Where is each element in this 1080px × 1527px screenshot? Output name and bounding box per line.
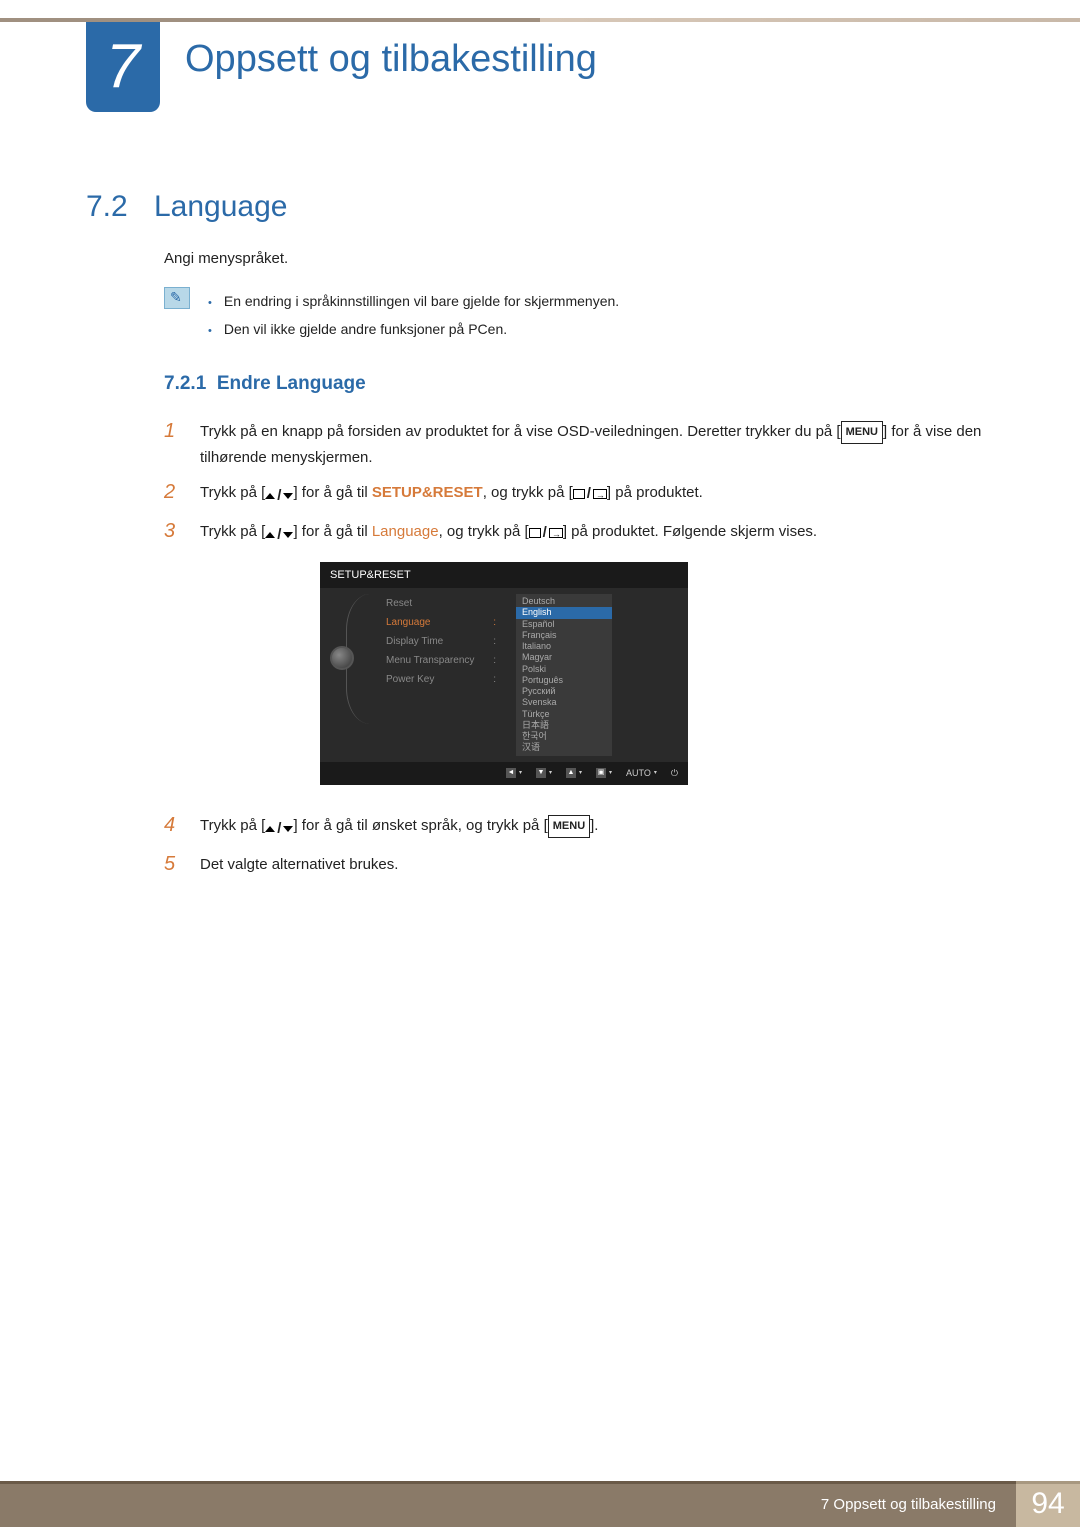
osd-lang-item: 汉语 (516, 742, 612, 753)
step-1: 1 Trykk på en knapp på forsiden av produ… (164, 419, 990, 470)
osd-lang-item: 한국어 (516, 731, 612, 742)
osd-lang-item: Español (516, 619, 612, 630)
source-enter-icon: / (529, 520, 563, 546)
up-down-icon: / (265, 816, 293, 842)
osd-lang-item: Italiano (516, 641, 612, 652)
osd-screenshot: SETUP&RESET Reset Language: Display Time… (320, 562, 688, 785)
section-heading: 7.2Language (86, 190, 990, 224)
step-5: 5 Det valgte alternativet brukes. (164, 852, 990, 878)
language-label: Language (372, 523, 439, 540)
osd-lang-item: Русский (516, 686, 612, 697)
osd-lang-item: Magyar (516, 652, 612, 663)
step-body: Trykk på [/] for å gå til SETUP&RESET, o… (200, 480, 990, 509)
note-list: En endring i språkinnstillingen vil bare… (208, 287, 619, 343)
osd-nav-left-icon: ◄▾ (506, 768, 522, 778)
step-number: 5 (164, 852, 182, 878)
note-block: En endring i språkinnstillingen vil bare… (164, 287, 990, 343)
osd-lang-item: Svenska (516, 697, 612, 708)
chapter-number-badge: 7 (86, 22, 160, 112)
osd-menu-list: Reset Language: Display Time: Menu Trans… (386, 594, 496, 756)
step-number: 4 (164, 813, 182, 842)
content-area: 7.2Language Angi menyspråket. En endring… (86, 190, 990, 887)
osd-lang-item: Polski (516, 664, 612, 675)
footer-page-number: 94 (1016, 1481, 1080, 1527)
osd-lang-item: Português (516, 675, 612, 686)
step-number: 1 (164, 419, 182, 470)
up-down-icon: / (265, 522, 293, 548)
note-icon (164, 287, 190, 309)
subsection-number: 7.2.1 (164, 373, 206, 394)
menu-button-label: MENU (841, 421, 883, 444)
step-body: Trykk på [/] for å gå til Language, og t… (200, 519, 990, 803)
page-footer: 7 Oppsett og tilbakestilling 94 (0, 1481, 1080, 1527)
osd-menu-item: Display Time: (386, 632, 496, 651)
setup-reset-label: SETUP&RESET (372, 484, 483, 501)
section-intro: Angi menyspråket. (164, 250, 990, 267)
step-body: Trykk på en knapp på forsiden av produkt… (200, 419, 990, 470)
osd-lang-item: Français (516, 630, 612, 641)
osd-lang-item: Deutsch (516, 596, 612, 607)
osd-title: SETUP&RESET (320, 562, 688, 589)
step-body: Trykk på [/] for å gå til ønsket språk, … (200, 813, 990, 842)
osd-nav-down-icon: ▼▾ (536, 768, 552, 778)
section-title: Language (154, 190, 287, 223)
menu-button-label: MENU (548, 815, 590, 838)
step-4: 4 Trykk på [/] for å gå til ønsket språk… (164, 813, 990, 842)
osd-menu-item: Menu Transparency: (386, 651, 496, 670)
osd-body: Reset Language: Display Time: Menu Trans… (320, 588, 688, 762)
note-item: En endring i språkinnstillingen vil bare… (208, 287, 619, 315)
osd-menu-item: Reset (386, 594, 496, 613)
osd-menu-item-selected: Language: (386, 613, 496, 632)
subsection-heading: 7.2.1 Endre Language (164, 373, 990, 395)
osd-language-list: Deutsch English Español Français Italian… (516, 594, 612, 756)
osd-power-icon: ⏻ (671, 766, 678, 781)
osd-lang-item: 日本語 (516, 720, 612, 731)
osd-lang-item-highlighted: English (516, 607, 612, 618)
section-number: 7.2 (86, 190, 154, 224)
osd-menu-item: Power Key: (386, 670, 496, 689)
up-down-icon: / (265, 483, 293, 509)
step-2: 2 Trykk på [/] for å gå til SETUP&RESET,… (164, 480, 990, 509)
step-3: 3 Trykk på [/] for å gå til Language, og… (164, 519, 990, 803)
chapter-title: Oppsett og tilbakestilling (185, 38, 597, 81)
osd-nav-up-icon: ▲▾ (566, 768, 582, 778)
source-enter-icon: / (573, 481, 607, 507)
step-number: 3 (164, 519, 182, 803)
osd-bottom-bar: ◄▾ ▼▾ ▲▾ ▣▾ AUTO▾ ⏻ (320, 762, 688, 785)
note-item: Den vil ikke gjelde andre funksjoner på … (208, 315, 619, 343)
steps-list: 1 Trykk på en knapp på forsiden av produ… (164, 419, 990, 877)
osd-dial-icon (330, 646, 354, 670)
step-number: 2 (164, 480, 182, 509)
osd-auto-label: AUTO▾ (626, 766, 657, 781)
subsection-title: Endre Language (217, 373, 366, 394)
osd-enter-icon: ▣▾ (596, 768, 612, 778)
page-top-bar (0, 18, 1080, 22)
step-body: Det valgte alternativet brukes. (200, 852, 990, 878)
osd-lang-item: Türkçe (516, 709, 612, 720)
footer-chapter-label: 7 Oppsett og tilbakestilling (0, 1481, 1016, 1527)
